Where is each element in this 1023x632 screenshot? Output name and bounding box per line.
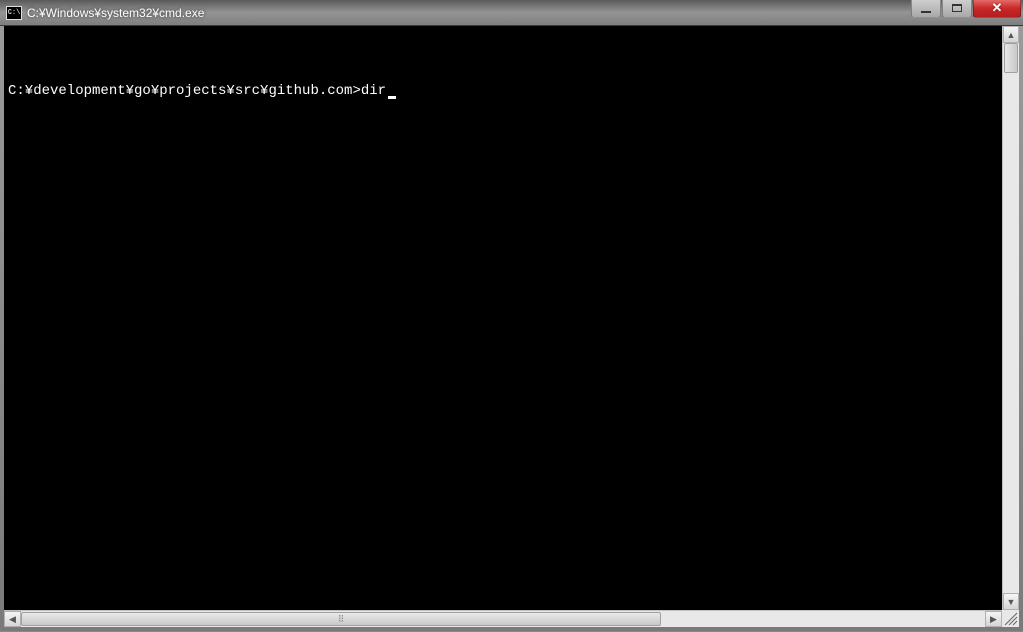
cmd-window: C:\ C:¥Windows¥system32¥cmd.exe ✕ C:¥dev…	[0, 0, 1023, 631]
client-area: C:¥development¥go¥projects¥src¥github.co…	[0, 26, 1023, 631]
scroll-down-arrow-icon[interactable]: ▼	[1003, 593, 1019, 610]
prompt-line: C:¥development¥go¥projects¥src¥github.co…	[8, 64, 998, 100]
close-button[interactable]: ✕	[973, 0, 1021, 18]
terminal-container: C:¥development¥go¥projects¥src¥github.co…	[4, 26, 1019, 610]
minimize-button[interactable]	[911, 0, 941, 18]
thumb-grip-icon: ⠿	[338, 614, 345, 625]
scroll-up-arrow-icon[interactable]: ▲	[1003, 26, 1019, 43]
maximize-icon	[952, 4, 962, 12]
window-title: C:¥Windows¥system32¥cmd.exe	[27, 6, 204, 20]
terminal[interactable]: C:¥development¥go¥projects¥src¥github.co…	[4, 26, 1002, 610]
cmd-icon-label: C:\	[8, 9, 21, 17]
resize-grip[interactable]	[1003, 611, 1019, 627]
minimize-icon	[921, 10, 931, 13]
scroll-thumb-horizontal[interactable]: ⠿	[21, 612, 661, 626]
scroll-right-arrow-icon[interactable]: ▶	[985, 611, 1002, 627]
close-icon: ✕	[992, 0, 1003, 16]
scroll-track-vertical[interactable]	[1003, 43, 1019, 593]
scroll-left-arrow-icon[interactable]: ◀	[4, 611, 21, 627]
bottom-scroll-row: ◀ ⠿ ▶	[4, 610, 1019, 627]
scroll-track-horizontal[interactable]: ⠿	[21, 611, 985, 627]
maximize-button[interactable]	[942, 0, 972, 18]
cursor	[388, 96, 396, 99]
command-text: dir	[361, 83, 386, 99]
horizontal-scrollbar[interactable]: ◀ ⠿ ▶	[4, 610, 1002, 627]
prompt-text: C:¥development¥go¥projects¥src¥github.co…	[8, 83, 361, 99]
scroll-thumb-vertical[interactable]	[1004, 43, 1018, 73]
vertical-scrollbar[interactable]: ▲ ▼	[1002, 26, 1019, 610]
resize-grip-icon	[1003, 611, 1019, 627]
window-controls: ✕	[910, 0, 1021, 18]
titlebar[interactable]: C:\ C:¥Windows¥system32¥cmd.exe ✕	[0, 0, 1023, 26]
cmd-icon: C:\	[6, 6, 22, 20]
